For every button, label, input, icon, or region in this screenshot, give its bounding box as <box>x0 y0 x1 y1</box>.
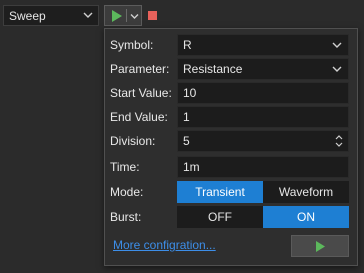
division-stepper[interactable]: 5 <box>177 130 349 152</box>
symbol-select[interactable]: R <box>177 34 349 56</box>
burst-on-option[interactable]: ON <box>263 206 349 228</box>
division-label: Division: <box>110 134 156 148</box>
play-icon <box>316 240 325 252</box>
division-row: Division: 5 <box>110 130 349 152</box>
chevron-down-icon[interactable] <box>130 13 139 20</box>
sweep-config-popup: Symbol: R Parameter: Resistance Start Va… <box>104 28 358 266</box>
parameter-value: Resistance <box>183 62 243 76</box>
parameter-select[interactable]: Resistance <box>177 58 349 80</box>
time-input[interactable]: 1m <box>177 156 349 178</box>
parameter-row: Parameter: Resistance <box>110 58 349 80</box>
start-value-text: 10 <box>183 86 197 100</box>
parameter-label: Parameter: <box>110 62 170 76</box>
burst-row: Burst: OFF ON <box>110 206 349 228</box>
mode-waveform-option[interactable]: Waveform <box>263 181 349 203</box>
start-value-input[interactable]: 10 <box>177 82 349 104</box>
play-icon[interactable] <box>111 10 122 22</box>
burst-off-option[interactable]: OFF <box>177 206 263 228</box>
sweep-select-value: Sweep <box>9 8 46 23</box>
end-value-text: 1 <box>183 110 190 124</box>
symbol-row: Symbol: R <box>110 34 349 56</box>
sweep-select[interactable]: Sweep <box>3 5 99 26</box>
run-split-button[interactable] <box>104 5 142 26</box>
end-value-label: End Value: <box>110 110 168 124</box>
mode-row: Mode: Transient Waveform <box>110 181 349 203</box>
burst-toggle[interactable]: OFF ON <box>177 206 349 228</box>
spin-arrows-icon[interactable] <box>334 133 344 149</box>
start-value-row: Start Value: 10 <box>110 82 349 104</box>
chevron-down-icon <box>332 42 342 48</box>
mode-transient-option[interactable]: Transient <box>177 181 263 203</box>
end-value-row: End Value: 1 <box>110 106 349 128</box>
symbol-value: R <box>183 38 192 52</box>
end-value-input[interactable]: 1 <box>177 106 349 128</box>
time-value: 1m <box>183 160 200 174</box>
mode-label: Mode: <box>110 185 144 199</box>
run-sweep-button[interactable] <box>291 235 349 257</box>
chevron-down-icon <box>332 66 342 72</box>
time-label: Time: <box>110 160 140 174</box>
divider <box>126 9 127 22</box>
division-value: 5 <box>183 134 190 148</box>
stop-icon[interactable] <box>148 11 157 20</box>
burst-label: Burst: <box>110 210 142 224</box>
symbol-label: Symbol: <box>110 38 154 52</box>
start-value-label: Start Value: <box>110 86 172 100</box>
mode-toggle[interactable]: Transient Waveform <box>177 181 349 203</box>
more-configuration-link[interactable]: More configration... <box>113 238 216 252</box>
time-row: Time: 1m <box>110 156 349 178</box>
chevron-down-icon <box>83 12 93 18</box>
